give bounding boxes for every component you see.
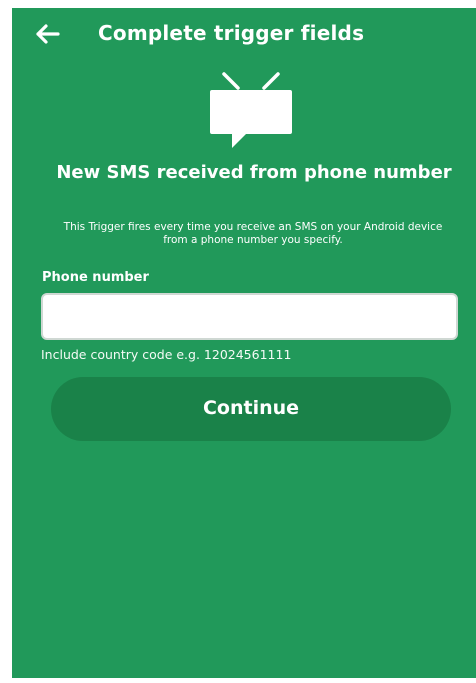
arrow-left-icon bbox=[36, 24, 60, 44]
trigger-description: This Trigger fires every time you receiv… bbox=[63, 221, 443, 246]
phone-number-hint: Include country code e.g. 12024561111 bbox=[41, 347, 292, 362]
trigger-title: New SMS received from phone number bbox=[56, 162, 452, 183]
continue-button[interactable]: Continue bbox=[51, 377, 451, 441]
phone-number-label: Phone number bbox=[42, 270, 149, 285]
phone-number-input[interactable] bbox=[41, 293, 458, 340]
page-title: Complete trigger fields bbox=[98, 21, 365, 45]
android-tv-chat-icon bbox=[210, 72, 292, 148]
header-bar: Complete trigger fields bbox=[12, 8, 476, 62]
app-screen: Complete trigger fields New SMS received… bbox=[12, 8, 476, 678]
continue-label: Continue bbox=[202, 397, 300, 419]
back-button[interactable] bbox=[32, 20, 62, 48]
